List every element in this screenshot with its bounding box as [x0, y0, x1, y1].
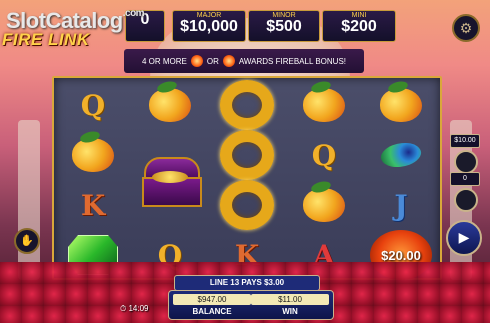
reel-symbol [363, 130, 439, 180]
balance-bar: $947.00 $11.00 BALANCE WIN [168, 290, 334, 320]
win-value: $11.00 [251, 294, 329, 305]
autoplay-button[interactable] [454, 188, 478, 212]
reel-column: Q A [286, 78, 362, 278]
reel-column: J $20.00 [363, 78, 439, 280]
jackpot-major: MAJOR $10,000 [172, 10, 246, 42]
reel-symbol [209, 80, 285, 130]
mango-icon [303, 188, 345, 222]
bonus-banner-middle: OR [206, 56, 219, 66]
bet-amount[interactable]: $10.00 [450, 134, 480, 148]
reel-symbol [55, 130, 131, 180]
fireball-icon [222, 55, 235, 67]
bet-level[interactable]: 0 [450, 172, 480, 186]
reel-column: K [209, 78, 285, 278]
reel-symbol: J [363, 180, 439, 230]
symbol-q: Q [311, 138, 337, 172]
mango-icon [149, 88, 191, 122]
fireball-icon [190, 55, 203, 67]
jackpot-mini: MINI $200 [322, 10, 396, 42]
balance-label: BALANCE [192, 307, 232, 316]
jackpot-minor-value: $500 [266, 18, 302, 35]
reel-symbol [132, 80, 208, 130]
clock-time: 14:09 [128, 304, 149, 313]
gold-ring-icon [220, 180, 274, 230]
gear-icon[interactable]: ⚙ [452, 14, 480, 42]
reel-column: Q K [55, 78, 131, 278]
reel-symbol [286, 180, 362, 230]
jackpot-minor: MINOR $500 [248, 10, 320, 42]
jackpot-major-value: $10,000 [180, 18, 238, 35]
hand-icon[interactable]: ✋ [14, 228, 40, 254]
symbol-q: Q [80, 88, 106, 122]
symbol-k: K [80, 188, 106, 222]
line-win-message: LINE 13 PAYS $3.00 [174, 275, 320, 291]
reel-symbol [209, 180, 285, 230]
background-minaret-left [18, 120, 40, 280]
gold-ring-icon [220, 80, 274, 130]
balance-value: $947.00 [173, 294, 251, 305]
reel-symbol: K [55, 180, 131, 230]
reel-symbol [132, 130, 208, 230]
bonus-banner: 4 OR MORE OR AWARDS FIREBALL BONUS! [124, 49, 364, 73]
peacock-feather-icon [378, 136, 424, 174]
reel-symbol [286, 80, 362, 130]
bonus-banner-suffix: AWARDS FIREBALL BONUS! [238, 56, 347, 66]
play-icon[interactable]: ▶ [446, 220, 482, 256]
mango-icon [303, 88, 345, 122]
reel-column: Q [132, 78, 208, 278]
win-label: WIN [282, 307, 298, 316]
mango-icon [380, 88, 422, 122]
symbol-j: J [394, 188, 408, 222]
reel-symbol: Q [55, 80, 131, 130]
reel-symbol [209, 130, 285, 180]
mango-icon [72, 138, 114, 172]
reel-symbol: Q [286, 130, 362, 180]
treasure-chest-icon [140, 155, 202, 207]
clock: ⏱ 14:09 [120, 304, 149, 313]
gold-ring-icon [220, 130, 274, 180]
reel-grid: Q K Q K Q A J $20.00 [52, 76, 442, 280]
jackpot-mini-value: $200 [341, 18, 377, 35]
reel-symbol [363, 80, 439, 130]
coin-button[interactable] [454, 150, 478, 174]
game-logo: FIRE LINK [2, 30, 90, 49]
bonus-banner-prefix: 4 OR MORE [141, 56, 187, 66]
